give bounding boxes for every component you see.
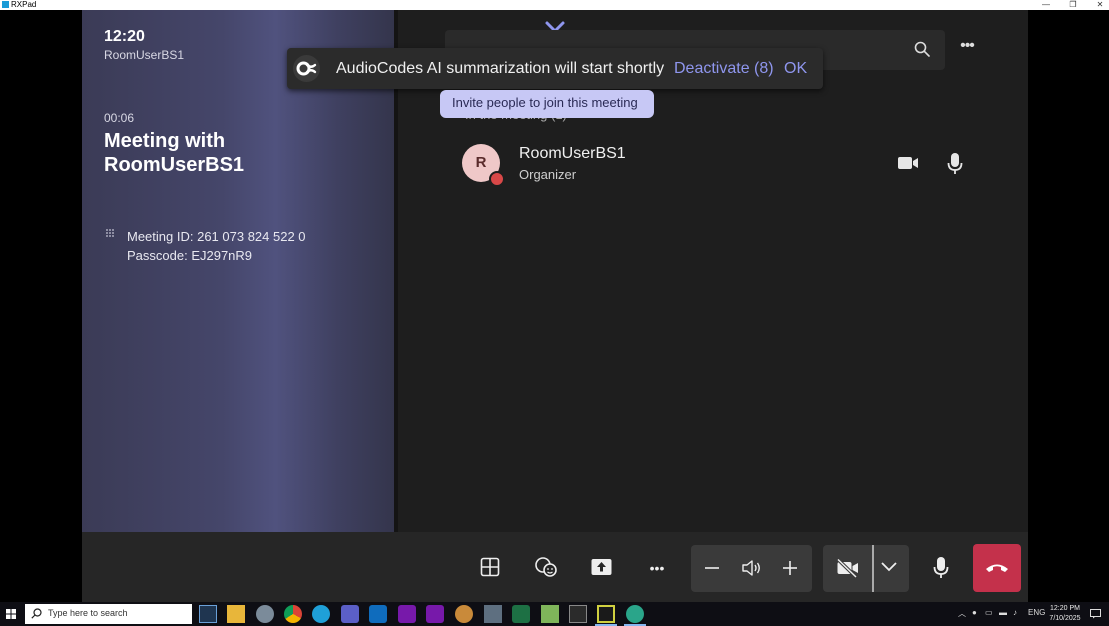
volume-up-icon[interactable] xyxy=(781,559,799,577)
remote-desktop-icon[interactable] xyxy=(484,605,502,623)
hang-up-button[interactable] xyxy=(973,544,1021,592)
tray-network-icon[interactable]: ▭ xyxy=(985,608,993,617)
deactivate-button[interactable]: Deactivate (8) xyxy=(674,60,774,78)
clock: 12:20 xyxy=(104,28,145,45)
letterbox-left xyxy=(0,10,82,602)
camera-separator xyxy=(872,545,874,592)
search-icon xyxy=(31,608,42,619)
meeting-id: Meeting ID: 261 073 824 522 0 xyxy=(127,229,306,244)
search-icon[interactable] xyxy=(914,41,930,57)
chevron-down-icon[interactable] xyxy=(880,561,898,573)
meeting-duration: 00:06 xyxy=(104,111,135,125)
file-explorer-icon[interactable] xyxy=(227,605,245,623)
chrome-icon[interactable] xyxy=(284,605,302,623)
audiocodes-app-icon[interactable] xyxy=(199,605,217,623)
terminal-icon[interactable] xyxy=(569,605,587,623)
restore-button[interactable]: ❐ xyxy=(1066,0,1080,10)
more-actions-icon[interactable]: ••• xyxy=(644,561,670,575)
invite-tooltip[interactable]: Invite people to join this meeting xyxy=(440,90,654,118)
close-button[interactable]: ✕ xyxy=(1093,0,1107,10)
share-screen-icon[interactable] xyxy=(591,557,612,577)
hang-up-icon xyxy=(986,564,1008,572)
window-titlebar: RXPad — ❐ ✕ xyxy=(0,0,1109,10)
reactions-icon[interactable] xyxy=(534,556,558,578)
layout-grid-icon[interactable] xyxy=(480,557,500,577)
tray-chevron-icon[interactable]: ︿ xyxy=(958,608,966,619)
tray-battery-icon[interactable]: ▬ xyxy=(999,608,1007,617)
participant-role: Organizer xyxy=(519,167,577,182)
meeting-passcode: Passcode: EJ297nR9 xyxy=(127,248,253,263)
tray-volume-icon[interactable]: ♪ xyxy=(1013,608,1017,617)
notepad-icon[interactable] xyxy=(541,605,559,623)
microphone-icon[interactable] xyxy=(946,152,964,176)
window-title: RXPad xyxy=(11,0,37,9)
windows-taskbar: Type here to search ︿ ● ▭ ▬ ♪ ENG 12:20 … xyxy=(0,602,1109,626)
participant-name: RoomUserBS1 xyxy=(519,145,626,162)
notification-icon[interactable] xyxy=(1090,609,1101,619)
meeting-app: 12:20 RoomUserBS1 00:06 Meeting with Roo… xyxy=(82,10,1028,602)
volume-down-icon[interactable] xyxy=(703,559,721,577)
outlook-icon[interactable] xyxy=(369,605,387,623)
minimize-button[interactable]: — xyxy=(1039,0,1053,10)
microphone-icon[interactable] xyxy=(932,556,950,580)
tray-clock[interactable]: 12:20 PM 7/10/2025 xyxy=(1048,604,1082,624)
taskbar-search[interactable]: Type here to search xyxy=(25,604,192,624)
app-icon[interactable] xyxy=(256,605,274,623)
ai-summarization-toast: AudioCodes AI summarization will start s… xyxy=(287,48,823,89)
teams-icon[interactable] xyxy=(341,605,359,623)
speaker-icon xyxy=(742,560,760,576)
video-camera-icon[interactable] xyxy=(897,155,919,171)
tray-time: 12:20 PM xyxy=(1050,605,1080,612)
taskbar-search-placeholder: Type here to search xyxy=(48,608,128,618)
letterbox-right xyxy=(1028,10,1109,602)
edge-icon[interactable] xyxy=(312,605,330,623)
pycharm-icon[interactable] xyxy=(597,605,615,623)
meeting-title: Meeting with RoomUserBS1 xyxy=(104,130,245,176)
ok-button[interactable]: OK xyxy=(784,60,807,78)
more-options-icon[interactable]: ••• xyxy=(956,38,978,54)
dialpad-icon xyxy=(106,229,114,237)
tray-date: 7/10/2025 xyxy=(1049,615,1081,622)
onenote-icon-2[interactable] xyxy=(426,605,444,623)
excel-icon[interactable] xyxy=(512,605,530,623)
status-badge xyxy=(489,171,505,187)
windows-start-icon[interactable] xyxy=(6,609,16,619)
app-icon xyxy=(2,1,9,8)
invite-tooltip-text: Invite people to join this meeting xyxy=(452,95,638,110)
audiocodes-logo-icon xyxy=(293,55,320,82)
monkey-app-icon[interactable] xyxy=(455,605,473,623)
onenote-icon[interactable] xyxy=(398,605,416,623)
camera-off-icon[interactable] xyxy=(836,558,860,578)
room-name: RoomUserBS1 xyxy=(104,48,185,62)
toast-message: AudioCodes AI summarization will start s… xyxy=(336,60,665,77)
tray-language[interactable]: ENG xyxy=(1028,608,1045,617)
tray-mic-icon[interactable]: ● xyxy=(972,608,977,617)
android-app-icon[interactable] xyxy=(626,605,644,623)
